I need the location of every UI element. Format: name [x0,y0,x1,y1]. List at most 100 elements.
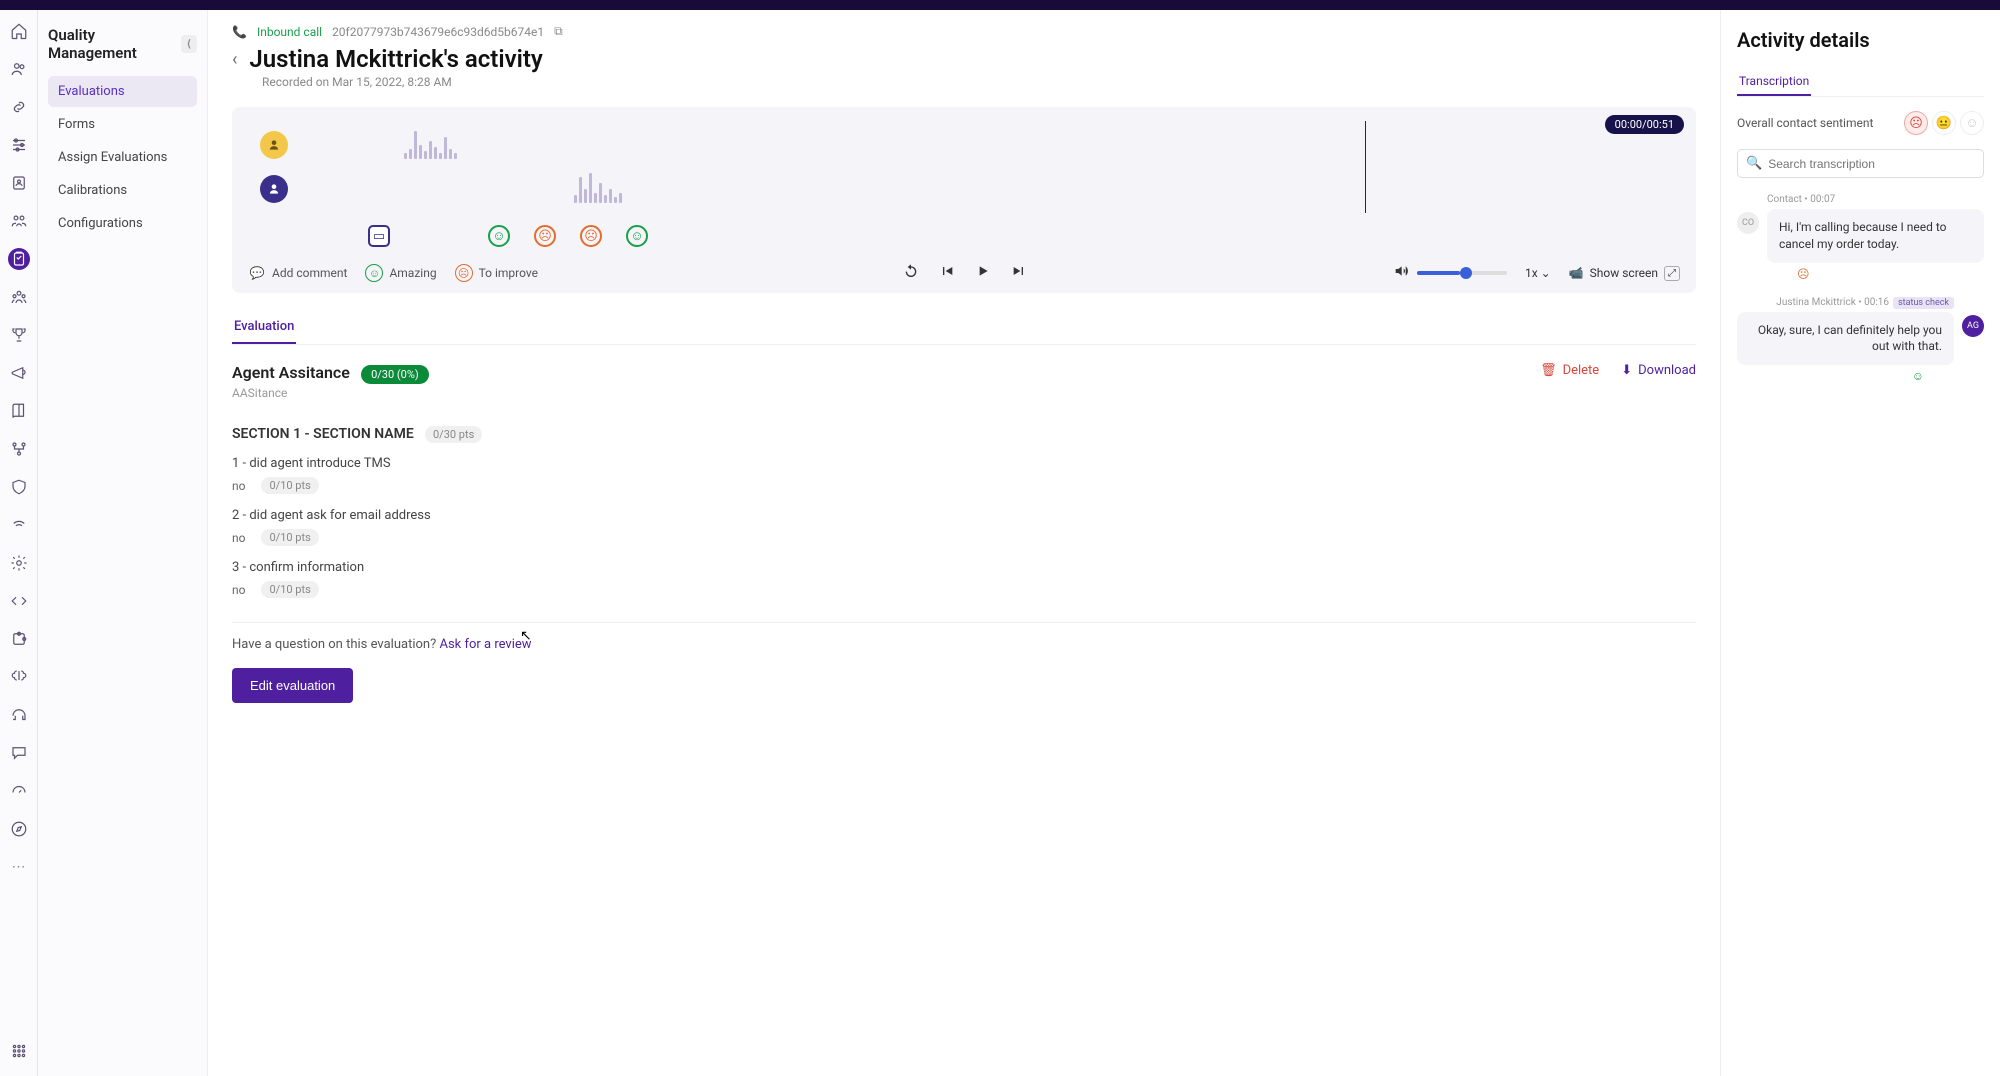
speed-selector[interactable]: 1x ⌄ [1525,266,1551,280]
download-icon: ⬇ [1621,363,1632,378]
section-1: SECTION 1 - SECTION NAME 0/30 pts 1 - di… [232,426,1696,598]
volume-control[interactable] [1393,263,1507,283]
nav-forms[interactable]: Forms [48,109,197,140]
add-comment-button[interactable]: 💬Add comment [248,264,347,282]
activity-details-panel: Activity details Transcription Overall c… [1720,10,2000,1076]
details-tabs: Transcription [1737,68,1984,97]
details-title: Activity details [1737,28,1984,52]
replay-button[interactable] [903,263,919,283]
tab-evaluation[interactable]: Evaluation [232,311,296,344]
volume-slider[interactable] [1417,271,1507,275]
positive-marker-2[interactable]: ☺ [626,225,648,247]
brain-icon[interactable] [8,666,30,688]
announce-icon[interactable] [8,362,30,384]
compass-icon[interactable] [8,818,30,840]
back-button[interactable]: ‹ [232,49,237,70]
shield-icon[interactable] [8,476,30,498]
main-panel: 📞 Inbound call 20f2077973b743679e6c93d6d… [208,10,1720,1076]
playback-controls [903,263,1027,283]
search-input[interactable] [1768,157,1975,171]
trophy-icon[interactable] [8,324,30,346]
contact-icon[interactable] [8,172,30,194]
contact-track [274,125,1680,165]
title-row: ‹ Justina Mckittrick's activity [232,45,1696,73]
sentiment-negative[interactable]: ☹ [1904,111,1928,135]
signal-icon[interactable] [8,514,30,536]
evaluation-header: Agent Assitance 0/30 (0%) AASitance 🗑Del… [232,363,1696,400]
contact-avatar [260,131,288,159]
content-tabs: Evaluation [232,311,1696,345]
camera-icon: 📹 [1569,266,1584,280]
message-avatar: CO [1737,212,1759,234]
to-improve-button[interactable]: ☹To improve [455,264,538,282]
dashboard-icon[interactable] [8,780,30,802]
team-icon[interactable] [8,210,30,232]
page-title: Justina Mckittrick's activity [249,45,542,73]
puzzle-icon[interactable] [8,628,30,650]
transcript-message: CO Contact • 00:07 Hi, I'm calling becau… [1737,194,1984,281]
search-transcription[interactable]: 🔍 [1737,149,1984,178]
sentiment-neutral[interactable]: 😐 [1932,111,1956,135]
answer-value: no [232,583,245,597]
question-item: 2 - did agent ask for email address no 0… [232,508,1696,546]
ask-review-link[interactable]: Ask for a review [439,637,531,652]
answer-points: 0/10 pts [261,477,318,494]
play-button[interactable] [975,263,991,283]
more-icon[interactable]: ⋯ [8,856,30,878]
apps-grid-icon[interactable] [8,1040,30,1062]
answer-value: no [232,531,245,545]
transcript-message: AG Justina Mckittrick • 00:16status chec… [1737,297,1984,384]
sliders-icon[interactable] [8,134,30,156]
message-avatar: AG [1962,315,1984,337]
amazing-button[interactable]: ☺Amazing [365,264,436,282]
negative-marker[interactable]: ☹ [534,225,556,247]
score-badge: 0/30 (0%) [361,365,429,384]
book-icon[interactable] [8,400,30,422]
users-icon[interactable] [8,58,30,80]
page-subtitle: Recorded on Mar 15, 2022, 8:28 AM [262,75,1696,89]
edit-evaluation-button[interactable]: Edit evaluation [232,668,353,703]
audio-player: 00:00/00:51 ▭ ☺ [232,107,1696,293]
prev-button[interactable] [939,263,955,283]
delete-button[interactable]: 🗑Delete [1540,363,1599,378]
gear-icon[interactable] [8,552,30,574]
clipboard-icon[interactable] [8,248,30,270]
flow-icon[interactable] [8,438,30,460]
message-bubble: Hi, I'm calling because I need to cancel… [1767,209,1984,263]
eval-sub: AASitance [232,386,429,400]
note-marker[interactable]: ▭ [368,225,390,247]
nav-configurations[interactable]: Configurations [48,208,197,239]
question-item: 1 - did agent introduce TMS no 0/10 pts [232,456,1696,494]
message-meta: Contact • 00:07 [1767,194,1984,205]
agent-track [274,169,1680,209]
app-container: ⋯ Quality Management ⟨ Evaluations Forms… [0,10,2000,1076]
volume-icon[interactable] [1393,263,1409,283]
positive-marker[interactable]: ☺ [488,225,510,247]
sentiment-positive[interactable]: ☺ [1960,111,1984,135]
markers-row: ▭ ☺ ☹ ☹ ☺ [368,225,1680,247]
copy-icon[interactable]: ⧉ [554,24,563,39]
nav-calibrations[interactable]: Calibrations [48,175,197,206]
nav-assign[interactable]: Assign Evaluations [48,142,197,173]
negative-marker-2[interactable]: ☹ [580,225,602,247]
link-icon[interactable] [8,96,30,118]
message-bubble: Okay, sure, I can definitely help you ou… [1737,312,1954,366]
headset-icon[interactable] [8,704,30,726]
tab-transcription[interactable]: Transcription [1737,68,1811,96]
download-button[interactable]: ⬇Download [1621,363,1696,378]
sentiment-label: Overall contact sentiment [1737,116,1873,130]
question-text: 2 - did agent ask for email address [232,508,1696,523]
group-icon[interactable] [8,286,30,308]
player-controls: 💬Add comment ☺Amazing ☹To improve 1x ⌄ 📹… [248,253,1680,283]
code-icon[interactable] [8,590,30,612]
message-sentiment-icon: ☹ [1797,267,1984,281]
review-prompt: Have a question on this evaluation? Ask … [232,622,1696,652]
next-button[interactable] [1011,263,1027,283]
collapse-icon[interactable]: ⟨ [181,35,197,53]
waveform-tracks[interactable] [248,121,1680,221]
home-icon[interactable] [8,20,30,42]
sidebar-title: Quality Management ⟨ [48,26,197,62]
expand-icon[interactable]: ⤢ [1664,266,1680,281]
chat-icon[interactable] [8,742,30,764]
nav-evaluations[interactable]: Evaluations [48,76,197,107]
